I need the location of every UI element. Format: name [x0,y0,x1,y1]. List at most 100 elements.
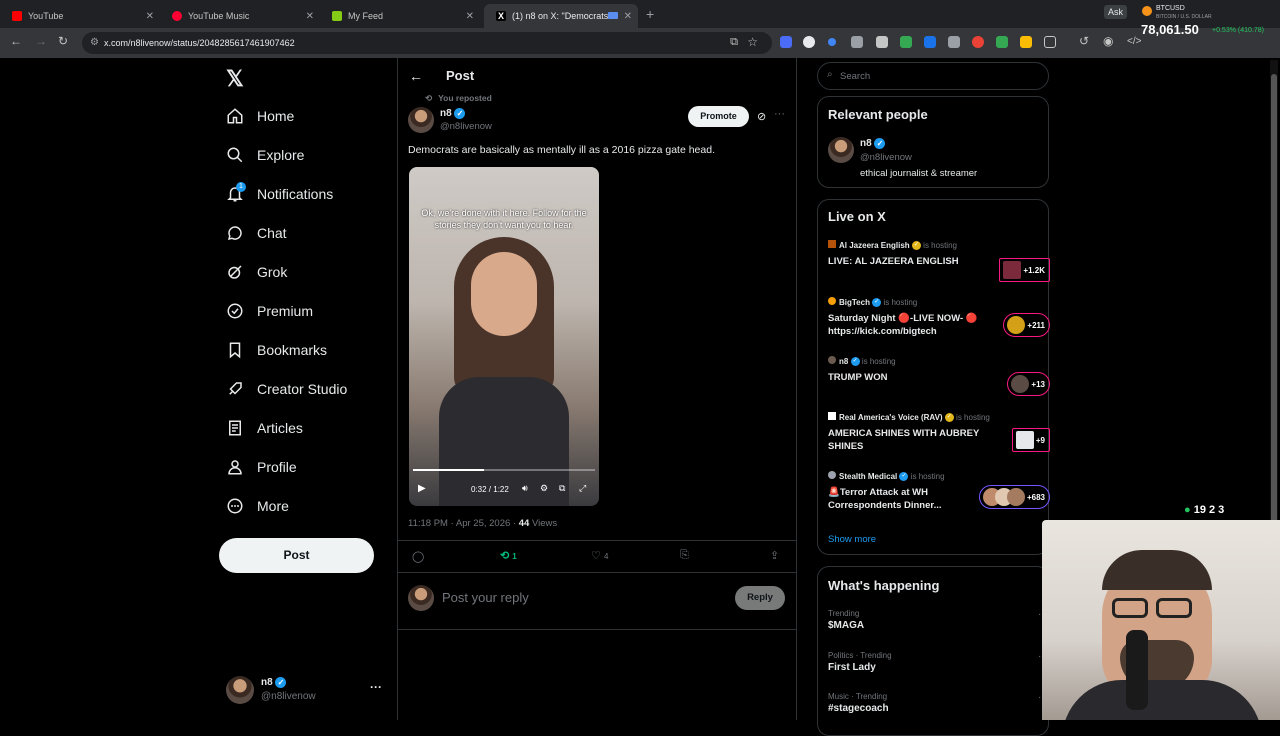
volume-icon[interactable]: 🔊︎ [522,483,528,494]
bookmark-star-icon[interactable]: ☆ [747,35,758,49]
extension-icon[interactable] [828,38,836,46]
site-info-icon[interactable]: ⚙ [90,37,99,48]
nav-item-explore[interactable]: Explore [226,140,304,170]
author-handle[interactable]: @n8livenow [440,121,492,132]
url-text: x.com/n8livenow/status/20482856174619074… [104,38,295,48]
like-action[interactable]: ♡ 4 [591,549,608,562]
listener-count-pill: +9 [1011,428,1050,452]
close-tab-icon[interactable]: ✕ [466,11,474,22]
search-input[interactable]: ⌕ Search [817,62,1049,90]
browser-tab-youtube-music[interactable]: YouTube Music ✕ [160,4,320,28]
reposted-by-text: You reposted [438,93,492,103]
history-icon[interactable]: ↺ [1079,34,1089,48]
extension-icon[interactable] [803,36,815,48]
x-logo-icon[interactable]: 𝕏 [226,66,244,92]
new-tab-button[interactable]: + [646,6,654,22]
webcam-microphone [1126,630,1148,710]
live-item[interactable]: BigTech ✓ is hosting Saturday Night 🔴-LI… [828,297,1050,338]
video-frame [471,252,537,336]
trend-item[interactable]: Music · Trending #stagecoach ··· [828,692,1048,714]
grok-explain-icon[interactable]: ⊘ [757,110,766,123]
promote-button[interactable]: Promote [688,106,749,127]
verified-badge-icon: ✓ [911,241,921,251]
extension-icon[interactable] [924,36,936,48]
ask-button[interactable]: Ask [1104,5,1128,19]
nav-item-bookmarks[interactable]: Bookmarks [226,335,327,365]
verified-badge-icon: ✓ [899,472,909,482]
browser-tab-my-feed[interactable]: My Feed ✕ [320,4,480,28]
live-item[interactable]: Al Jazeera English ✓ is hosting LIVE: AL… [828,240,1050,282]
picture-in-picture-icon[interactable]: ⧉ [559,483,565,494]
reply-input[interactable]: Post your reply [442,590,529,605]
nav-item-more[interactable]: More [226,491,289,521]
play-icon[interactable]: ▶ [418,483,426,494]
extensions-puzzle-icon[interactable] [1044,36,1056,48]
whats-happening-panel: What's happening Trending $MAGA ··· Poli… [817,566,1049,736]
account-name: n8 [261,677,273,689]
nav-item-chat[interactable]: Chat [226,218,287,248]
back-icon[interactable]: ← [10,34,22,48]
trend-category: Politics · Trending [828,651,892,660]
post-more-icon[interactable]: ··· [774,108,785,120]
close-tab-icon[interactable]: ✕ [624,11,632,22]
bookmark-icon[interactable]: ⎘ [680,549,689,562]
reload-icon[interactable]: ↻ [58,34,68,48]
extension-icon[interactable] [851,36,863,48]
forward-icon[interactable]: → [35,34,47,48]
author-name[interactable]: n8 [440,108,452,119]
extension-icon[interactable] [1020,36,1032,48]
live-item[interactable]: Real America's Voice (RAV) ✓ is hosting … [828,412,1050,453]
nav-item-profile[interactable]: Profile [226,452,297,482]
relevant-name[interactable]: n8 [860,138,872,149]
live-item[interactable]: Stealth Medical ✓ is hosting 🚨Terror Att… [828,471,1050,512]
browser-tab-youtube[interactable]: YouTube ✕ [0,4,160,28]
show-more-link[interactable]: Show more [828,534,876,545]
nav-item-grok[interactable]: Grok [226,257,287,287]
close-tab-icon[interactable]: ✕ [306,11,314,22]
trend-item[interactable]: Politics · Trending First Lady ··· [828,651,1048,673]
extension-icon[interactable] [900,36,912,48]
nav-item-articles[interactable]: Articles [226,413,303,443]
video-player[interactable]: Ok, we're done with it here. Follow for … [409,167,599,506]
nav-item-home[interactable]: Home [226,101,294,131]
nav-item-creator-studio[interactable]: Creator Studio [226,374,347,404]
install-app-icon[interactable]: ⧉ [730,36,738,49]
settings-icon[interactable]: ⚙ [540,483,548,494]
video-progress-track[interactable] [413,469,595,471]
avatar [226,676,254,704]
avatar[interactable] [828,137,854,163]
address-bar[interactable]: ⚙ x.com/n8livenow/status/204828561746190… [82,32,772,54]
extension-icon[interactable] [780,36,792,48]
repost-action[interactable]: ⟲ 1 [500,549,517,562]
account-more-icon[interactable]: ··· [370,680,382,694]
post-timestamp[interactable]: 11:18 PM · Apr 25, 2026 · [408,518,519,529]
tab-title: YouTube Music [188,11,250,21]
webcam-glasses [1156,598,1192,618]
author-avatar[interactable] [408,107,434,133]
extension-icon[interactable] [996,36,1008,48]
account-switcher[interactable]: n8 ✓ @n8livenow ··· [226,676,386,706]
extension-icon[interactable] [972,36,984,48]
reply-icon[interactable]: ◯ [412,550,424,563]
nav-label: Explore [257,147,305,163]
fullscreen-icon[interactable]: ⤢ [579,483,586,494]
repost-indicator: ⟲ You reposted [425,93,492,104]
nav-item-premium[interactable]: Premium [226,296,313,326]
share-icon[interactable]: ⇪ [770,549,779,562]
back-arrow-icon[interactable]: ← [409,68,423,84]
extension-icon[interactable] [876,36,888,48]
close-tab-icon[interactable]: ✕ [146,11,154,22]
browser-tab-x-post[interactable]: X (1) n8 on X: "Democrats are ✕ [484,4,638,28]
reply-button[interactable]: Reply [735,586,785,610]
listener-avatar [1003,261,1022,279]
ticker-price: 78,061.50 [1141,22,1199,37]
heart-icon: ♡ [591,550,601,562]
panel-title: Relevant people [828,107,928,122]
divider [398,629,796,630]
relevant-handle[interactable]: @n8livenow [860,152,912,163]
scrollbar-thumb[interactable] [1271,74,1277,594]
trend-item[interactable]: Trending $MAGA ··· [828,609,1048,631]
compose-post-button[interactable]: Post [219,538,374,573]
live-item[interactable]: n8 ✓ is hosting TRUMP WON +13 [828,356,1050,396]
extension-icon[interactable] [948,36,960,48]
